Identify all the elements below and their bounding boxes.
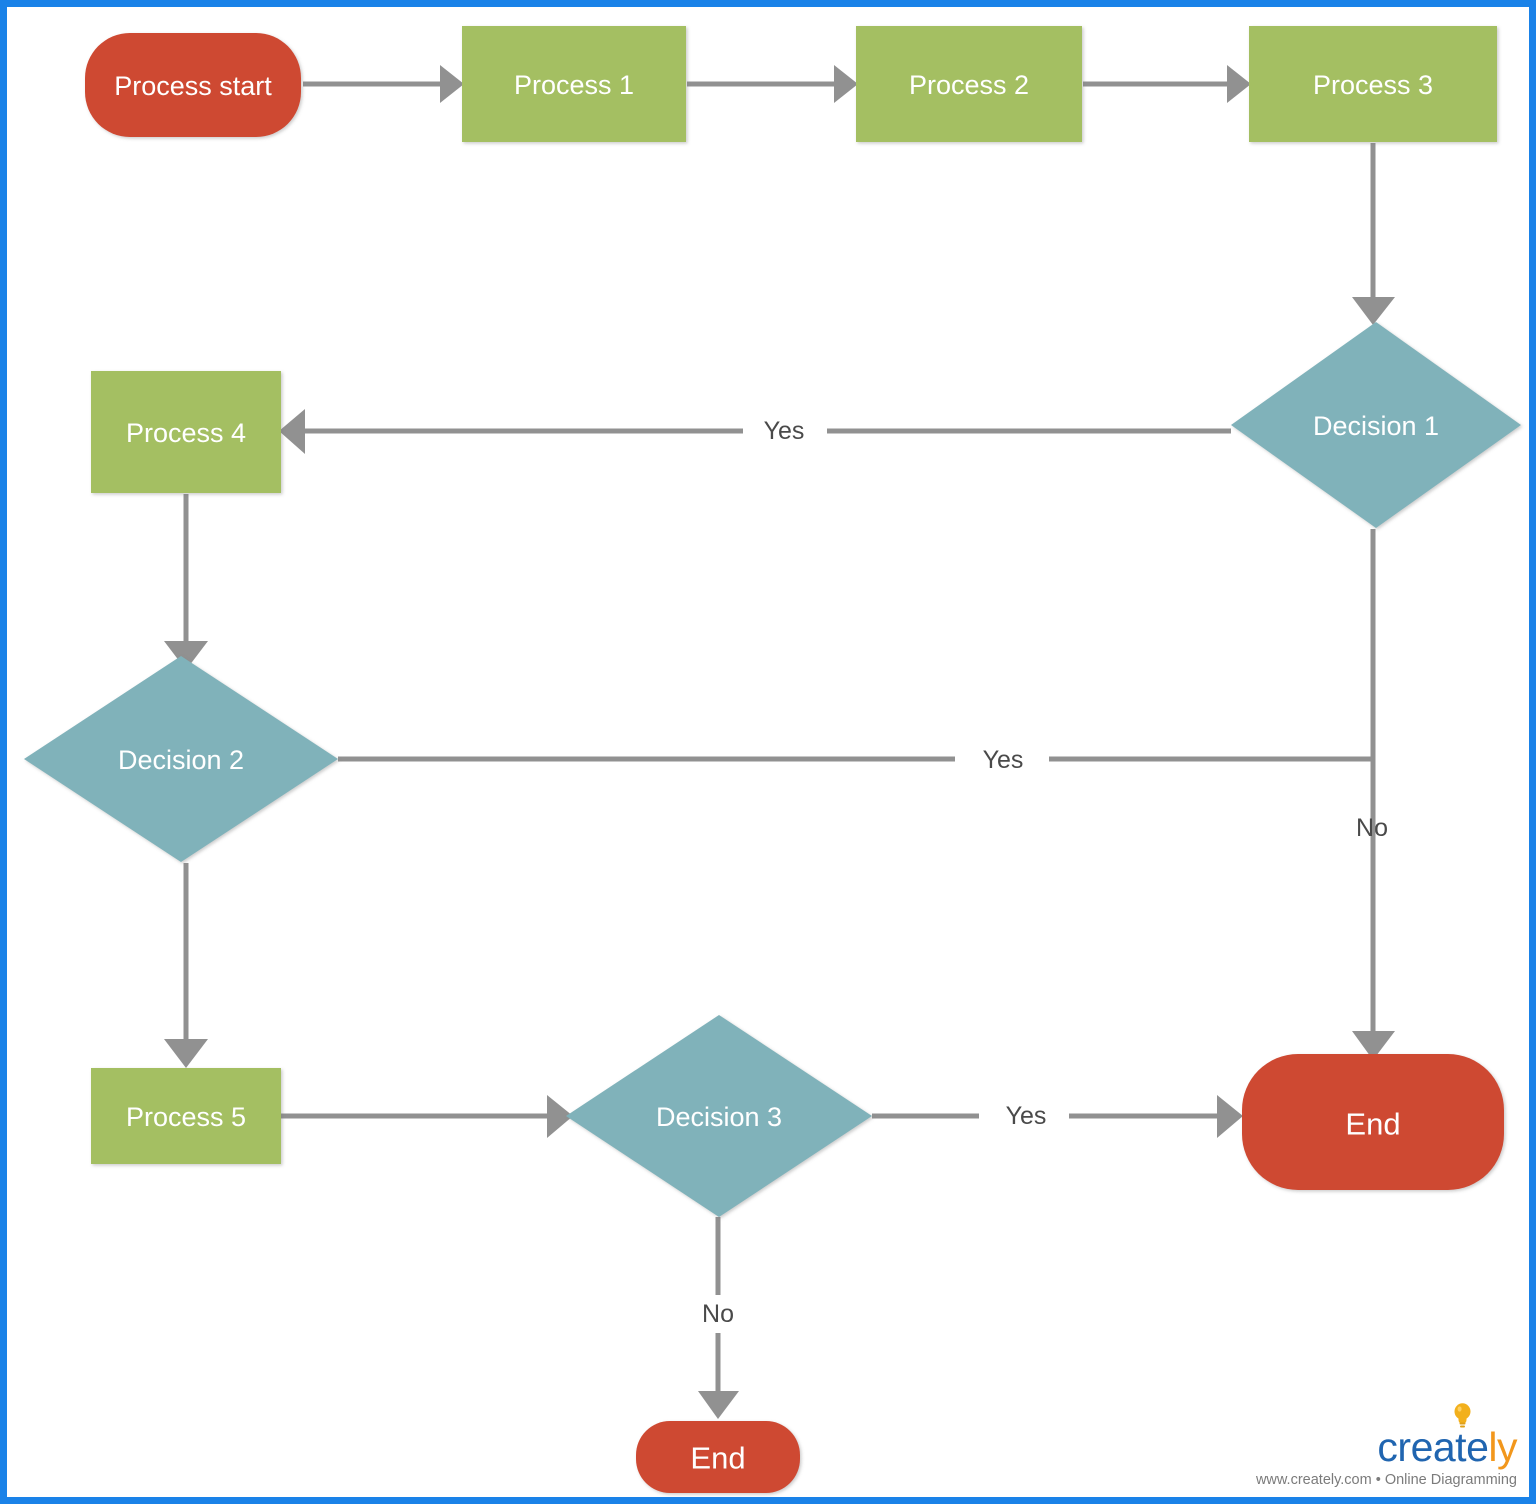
flowchart-diagram: Process start Process 1 Process 2 Proces… bbox=[24, 26, 1521, 1493]
node-process-4[interactable]: Process 4 bbox=[91, 371, 281, 493]
node-process-3[interactable]: Process 3 bbox=[1249, 26, 1497, 142]
edge-decision2-to-process5[interactable] bbox=[164, 863, 208, 1068]
node-decision-2-label: Decision 2 bbox=[118, 745, 244, 775]
flowchart-canvas: Process start Process 1 Process 2 Proces… bbox=[0, 0, 1536, 1504]
node-end-right-label: End bbox=[1345, 1107, 1400, 1142]
watermark-tagline: www.creately.com • Online Diagramming bbox=[1255, 1471, 1517, 1488]
logo-text-e: e bbox=[1466, 1423, 1489, 1470]
node-decision-3[interactable]: Decision 3 bbox=[566, 1015, 872, 1217]
edge-process1-to-process2[interactable] bbox=[687, 65, 858, 103]
edge-label-yes-decision2: Yes bbox=[983, 746, 1024, 774]
node-decision-3-label: Decision 3 bbox=[656, 1102, 782, 1132]
edge-process3-to-decision1[interactable] bbox=[1352, 143, 1395, 325]
creately-logo: creately bbox=[1256, 1402, 1517, 1470]
node-end-right[interactable]: End bbox=[1242, 1054, 1504, 1190]
edge-start-to-process1[interactable] bbox=[303, 65, 464, 103]
node-process-2[interactable]: Process 2 bbox=[856, 26, 1082, 142]
edge-label-no-decision3: No bbox=[702, 1300, 734, 1328]
node-process-start-label: Process start bbox=[114, 71, 272, 101]
logo-text-creat: creat bbox=[1377, 1423, 1467, 1470]
edge-label-yes-decision3: Yes bbox=[1006, 1102, 1047, 1130]
node-process-5[interactable]: Process 5 bbox=[91, 1068, 281, 1164]
node-end-bottom[interactable]: End bbox=[636, 1421, 800, 1493]
edge-label-yes-decision1: Yes bbox=[764, 417, 805, 445]
node-process-3-label: Process 3 bbox=[1313, 70, 1433, 100]
edge-decision3-yes-to-end[interactable] bbox=[872, 1095, 1243, 1138]
node-process-4-label: Process 4 bbox=[126, 418, 246, 448]
node-process-2-label: Process 2 bbox=[909, 70, 1029, 100]
edge-process4-to-decision2[interactable] bbox=[164, 494, 208, 670]
edge-process2-to-process3[interactable] bbox=[1083, 65, 1251, 103]
node-process-1[interactable]: Process 1 bbox=[462, 26, 686, 142]
node-end-bottom-label: End bbox=[690, 1441, 745, 1476]
lightbulb-icon bbox=[1454, 1402, 1471, 1427]
creately-watermark: creately www.creately.com • Online Diagr… bbox=[1255, 1402, 1517, 1488]
logo-text-ly: ly bbox=[1488, 1423, 1517, 1470]
edge-label-no-decision1: No bbox=[1356, 814, 1388, 842]
node-process-5-label: Process 5 bbox=[126, 1102, 246, 1132]
node-process-start[interactable]: Process start bbox=[85, 33, 301, 137]
edge-decision1-to-process4[interactable] bbox=[279, 409, 1231, 454]
connectors-layer bbox=[164, 65, 1395, 1419]
node-decision-1[interactable]: Decision 1 bbox=[1231, 322, 1521, 528]
node-process-1-label: Process 1 bbox=[514, 70, 634, 100]
edge-labels-layer: Yes Yes No Yes No bbox=[702, 417, 1388, 1328]
node-decision-1-label: Decision 1 bbox=[1313, 411, 1439, 441]
edge-process5-to-decision3[interactable] bbox=[281, 1095, 573, 1138]
edge-decision1-no-to-end[interactable] bbox=[1352, 529, 1395, 1060]
node-decision-2[interactable]: Decision 2 bbox=[24, 656, 338, 862]
